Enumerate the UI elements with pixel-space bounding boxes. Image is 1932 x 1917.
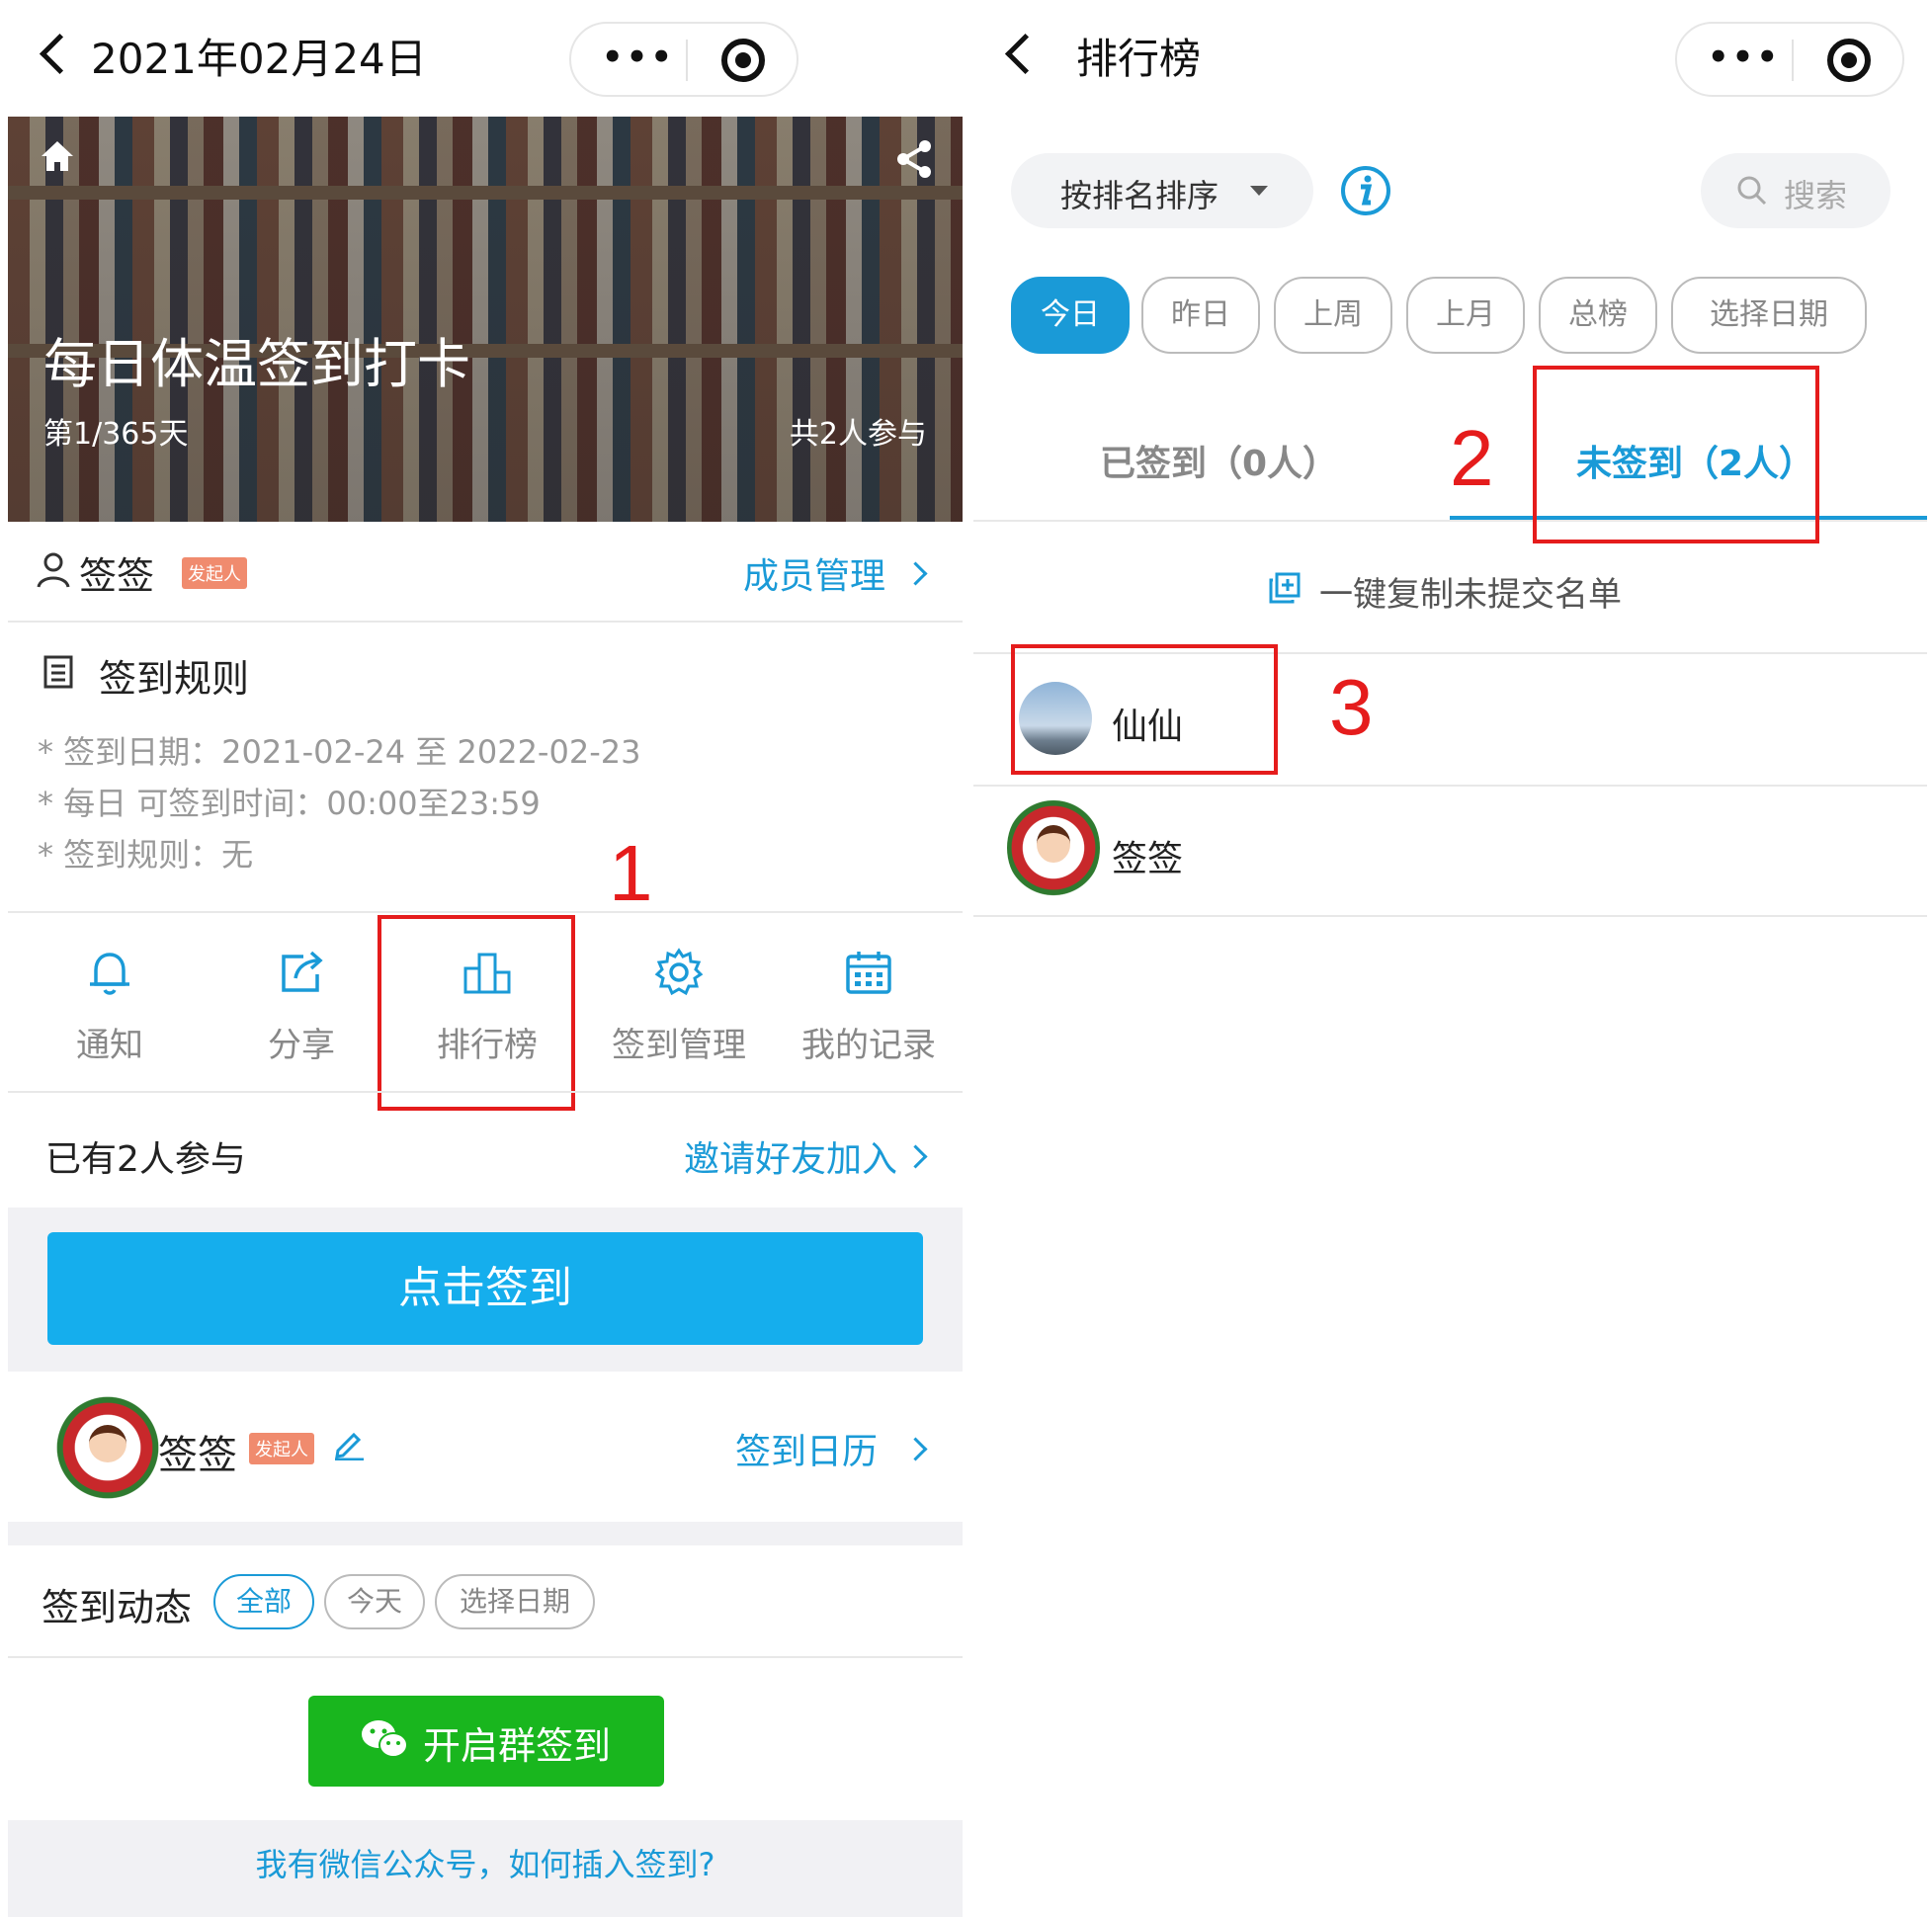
annotation-box-3	[1011, 644, 1278, 775]
period-today[interactable]: 今日	[1011, 277, 1130, 354]
period-select-date[interactable]: 选择日期	[1671, 277, 1867, 354]
my-records-label: 我的记录	[801, 1026, 936, 1065]
annotation-number-2: 2	[1450, 414, 1494, 502]
avatar	[55, 1395, 160, 1500]
mini-program-capsule: •••	[569, 22, 798, 97]
group-checkin-button[interactable]: 开启群签到	[308, 1696, 664, 1787]
more-icon[interactable]: •••	[599, 41, 678, 74]
member-name: 签签	[1112, 839, 1184, 879]
chevron-right-icon	[903, 1144, 928, 1169]
avatar	[1007, 796, 1100, 899]
wechat-embed-help-link[interactable]: 我有微信公众号，如何插入签到?	[8, 1840, 963, 1885]
annotation-number-1: 1	[609, 829, 653, 917]
period-yesterday[interactable]: 昨日	[1141, 277, 1260, 354]
invite-friends-link[interactable]: 邀请好友加入	[684, 1130, 897, 1182]
divider	[973, 785, 1927, 787]
filter-today[interactable]: 今天	[324, 1574, 425, 1629]
filter-all[interactable]: 全部	[213, 1574, 314, 1629]
search-box[interactable]: 搜索	[1701, 153, 1890, 228]
my-name: 签签	[158, 1433, 237, 1478]
divider	[973, 915, 1927, 917]
section-gap	[8, 1522, 963, 1545]
info-icon[interactable]	[1339, 164, 1392, 217]
participant-count: 共2人参与	[789, 417, 927, 452]
owner-row: 签签 发起人 成员管理	[8, 522, 963, 621]
avatar-face	[88, 1424, 127, 1462]
annotation-number-3: 3	[1329, 663, 1374, 751]
initiator-badge: 发起人	[182, 557, 247, 589]
page-title: 2021年02月24日	[91, 35, 427, 83]
capsule-divider	[1792, 40, 1794, 81]
period-last-week[interactable]: 上周	[1274, 277, 1392, 354]
copy-add-icon[interactable]	[1268, 571, 1302, 605]
checkin-management-label: 签到管理	[612, 1026, 746, 1065]
nav-bar: 2021年02月24日 •••	[8, 0, 963, 117]
chevron-right-icon	[903, 1437, 928, 1461]
gear-icon	[654, 948, 704, 996]
capsule-divider	[686, 40, 688, 81]
panel-divider	[963, 0, 973, 1917]
nav-bar: 排行榜 •••	[973, 0, 1927, 117]
mini-program-capsule: •••	[1675, 22, 1904, 97]
rule-description: * 签到规则：无	[38, 836, 254, 874]
share-label: 分享	[268, 1026, 335, 1065]
owner-name: 签签	[79, 554, 155, 598]
group-checkin-label: 开启群签到	[423, 1724, 612, 1768]
share-out-icon	[282, 951, 323, 992]
annotation-box-1	[378, 915, 575, 1111]
checkin-button[interactable]: 点击签到	[47, 1232, 923, 1345]
caret-down-icon	[1250, 186, 1268, 196]
participants-text: 已有2人参与	[45, 1139, 246, 1180]
document-icon	[43, 655, 73, 689]
member-management-link[interactable]: 成员管理	[743, 547, 885, 599]
checkin-calendar-link[interactable]: 签到日历	[735, 1423, 878, 1474]
activity-heading: 签到动态	[42, 1586, 193, 1629]
checkin-management-button[interactable]: 签到管理	[585, 939, 773, 1087]
checkin-title: 每日体温签到打卡	[43, 333, 470, 395]
back-icon[interactable]	[1004, 33, 1047, 75]
tab-signed-in[interactable]: 已签到（0人）	[1100, 435, 1338, 486]
filter-select-date[interactable]: 选择日期	[435, 1574, 595, 1629]
divider	[8, 1091, 963, 1093]
close-target-icon[interactable]	[1827, 39, 1871, 82]
person-icon	[37, 552, 70, 588]
day-progress: 第1/365天	[43, 417, 189, 452]
notify-button[interactable]: 通知	[16, 939, 204, 1087]
sort-dropdown[interactable]: 按排名排序	[1011, 153, 1313, 228]
calendar-icon	[846, 952, 891, 994]
page-title: 排行榜	[1076, 35, 1202, 83]
rules-heading: 签到规则	[99, 657, 250, 701]
checkin-detail-screen: 2021年02月24日 ••• 每日体温签到打卡 第1/365天 共2人参与 签…	[8, 0, 963, 1917]
sort-label: 按排名排序	[1060, 177, 1219, 214]
copy-unsubmitted-list[interactable]: 一键复制未提交名单	[1319, 567, 1622, 616]
shelf-decoration	[8, 186, 963, 200]
period-total[interactable]: 总榜	[1539, 277, 1657, 354]
divider	[8, 911, 963, 913]
share-button[interactable]: 分享	[208, 939, 395, 1087]
rule-date-range: * 签到日期：2021-02-24 至 2022-02-23	[38, 733, 641, 771]
avatar-face	[1037, 825, 1070, 863]
rule-time-window: * 每日 可签到时间：00:00至23:59	[38, 785, 541, 822]
back-icon[interactable]	[39, 33, 81, 75]
bell-icon	[90, 953, 129, 995]
initiator-badge: 发起人	[249, 1433, 314, 1464]
divider	[8, 621, 963, 623]
more-icon[interactable]: •••	[1705, 41, 1784, 74]
home-icon[interactable]	[40, 138, 75, 174]
cover-banner: 每日体温签到打卡 第1/365天 共2人参与	[8, 117, 963, 522]
my-records-button[interactable]: 我的记录	[775, 939, 963, 1087]
divider	[8, 1656, 963, 1658]
notify-label: 通知	[76, 1026, 143, 1065]
edit-icon[interactable]	[332, 1427, 366, 1460]
search-placeholder: 搜索	[1784, 177, 1848, 214]
search-icon	[1737, 176, 1767, 206]
chevron-right-icon	[903, 561, 928, 586]
period-last-month[interactable]: 上月	[1406, 277, 1525, 354]
close-target-icon[interactable]	[721, 39, 765, 82]
annotation-box-2	[1533, 366, 1819, 543]
leaderboard-screen: 排行榜 ••• 按排名排序 搜索 今日 昨日 上周 上月 总榜 选择日期 已签到…	[973, 0, 1927, 1917]
share-icon[interactable]	[893, 138, 935, 180]
wechat-icon	[362, 1720, 408, 1758]
